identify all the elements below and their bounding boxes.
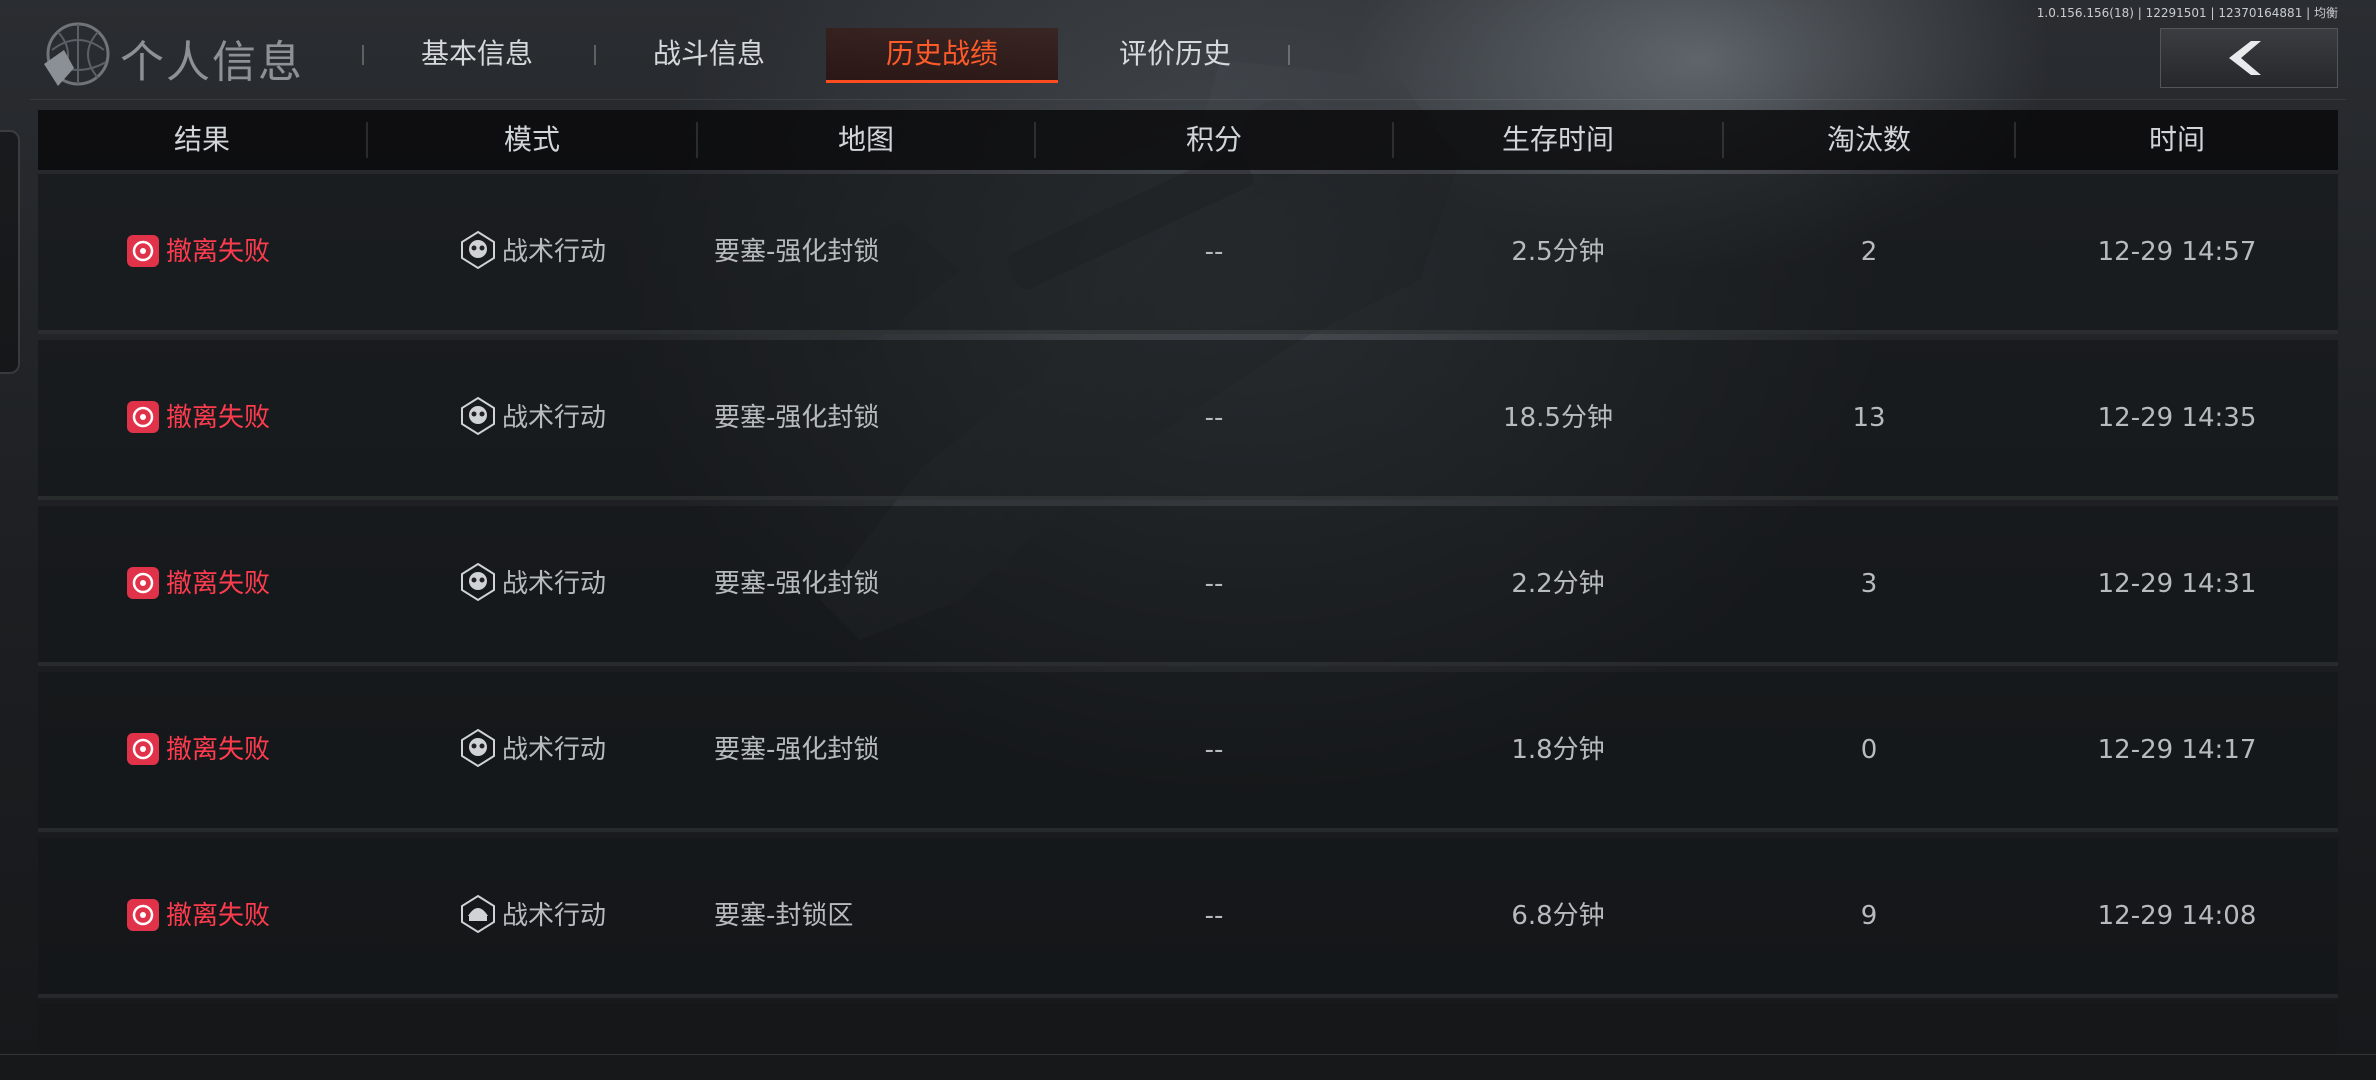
result-cell: 撤离失败 — [126, 838, 270, 994]
helmet-icon — [461, 894, 495, 933]
mode-cell: 战术行动 — [458, 838, 606, 994]
map-cell: 要塞-强化封锁 — [714, 237, 880, 267]
tab-separator — [362, 45, 364, 65]
result-text: 撤离失败 — [166, 237, 271, 267]
survival-time-cell: 2.2分钟 — [1511, 569, 1605, 599]
time-cell: 12-29 14:08 — [2097, 901, 2257, 931]
kills-cell: 3 — [1860, 569, 1878, 599]
column-header-time: 时间 — [2148, 123, 2205, 156]
score-cell: -- — [1204, 901, 1224, 931]
gasmask-icon — [461, 230, 495, 269]
table-row[interactable]: 撤离失败 战术行动 要塞-封锁区 -- 6.8分钟 9 12-29 14:08 — [38, 838, 2338, 998]
survival-time-cell: 18.5分钟 — [1503, 403, 1613, 433]
result-cell: 撤离失败 — [126, 506, 270, 662]
kills-cell: 0 — [1860, 735, 1878, 765]
target-icon — [127, 400, 159, 433]
time-cell: 12-29 14:57 — [2097, 237, 2257, 267]
target-icon — [127, 566, 159, 599]
result-cell: 撤离失败 — [126, 340, 270, 496]
column-header-result: 结果 — [173, 123, 230, 156]
result-text: 撤离失败 — [166, 735, 271, 765]
result-cell: 撤离失败 — [126, 174, 270, 330]
mode-cell: 战术行动 — [458, 340, 606, 496]
mode-text: 战术行动 — [502, 569, 607, 599]
tab-separator — [594, 45, 596, 65]
map-cell: 要塞-强化封锁 — [714, 403, 880, 433]
table-row[interactable]: 撤离失败 战术行动 要塞-强化封锁 -- 2.5分钟 2 12-29 14:57 — [38, 174, 2338, 334]
mode-text: 战术行动 — [502, 735, 607, 765]
table-header: 结果 模式 地图 积分 生存时间 淘汰数 时间 — [38, 110, 2338, 170]
tab-combat-info[interactable]: 战斗信息 — [624, 28, 794, 80]
map-cell: 要塞-强化封锁 — [714, 569, 880, 599]
table-row[interactable]: 撤离失败 战术行动 要塞-强化封锁 -- 1.8分钟 0 12-29 14:17 — [38, 672, 2338, 832]
result-text: 撤离失败 — [166, 569, 271, 599]
top-bar: 个人信息 基本信息 战斗信息 历史战绩 评价历史 1.0.156.156(18)… — [0, 0, 2376, 100]
tab-basic-info[interactable]: 基本信息 — [392, 28, 562, 80]
column-header-mode: 模式 — [503, 123, 560, 156]
survival-time-cell: 2.5分钟 — [1511, 237, 1605, 267]
result-text: 撤离失败 — [166, 901, 271, 931]
target-icon — [127, 732, 159, 765]
tab-separator — [1288, 45, 1290, 65]
bottom-divider — [0, 1054, 2376, 1055]
version-info: 1.0.156.156(18) | 12291501 | 12370164881… — [2036, 6, 2338, 20]
gasmask-icon — [461, 728, 495, 767]
tab-match-history[interactable]: 历史战绩 — [826, 28, 1058, 83]
mode-cell: 战术行动 — [458, 506, 606, 662]
score-cell: -- — [1204, 403, 1224, 433]
table-row[interactable]: 撤离失败 战术行动 要塞-强化封锁 -- 18.5分钟 13 12-29 14:… — [38, 340, 2338, 500]
mode-cell: 战术行动 — [458, 672, 606, 828]
map-cell: 要塞-强化封锁 — [714, 735, 880, 765]
time-cell: 12-29 14:17 — [2097, 735, 2257, 765]
gasmask-icon — [461, 562, 495, 601]
mode-text: 战术行动 — [502, 901, 607, 931]
gasmask-icon — [461, 396, 495, 435]
page-title: 个人信息 — [120, 37, 304, 88]
result-cell: 撤离失败 — [126, 672, 270, 828]
kills-cell: 13 — [1852, 403, 1886, 433]
side-drawer-handle[interactable] — [0, 130, 20, 374]
tab-rating-history[interactable]: 评价历史 — [1090, 28, 1260, 80]
column-header-survival-time: 生存时间 — [1501, 123, 1614, 156]
kills-cell: 9 — [1860, 901, 1878, 931]
score-cell: -- — [1204, 569, 1224, 599]
back-button[interactable] — [2160, 28, 2338, 88]
column-header-kills: 淘汰数 — [1826, 123, 1911, 156]
mode-text: 战术行动 — [502, 403, 607, 433]
score-cell: -- — [1204, 237, 1224, 267]
globe-helmet-logo-icon — [44, 22, 110, 86]
mode-text: 战术行动 — [502, 237, 607, 267]
time-cell: 12-29 14:31 — [2097, 569, 2257, 599]
score-cell: -- — [1204, 735, 1224, 765]
chevron-left-icon — [2229, 41, 2261, 75]
column-header-score: 积分 — [1185, 123, 1242, 156]
map-cell: 要塞-封锁区 — [714, 901, 854, 931]
target-icon — [127, 234, 159, 267]
mode-cell: 战术行动 — [458, 174, 606, 330]
column-header-map: 地图 — [837, 123, 894, 156]
time-cell: 12-29 14:35 — [2097, 403, 2257, 433]
survival-time-cell: 6.8分钟 — [1511, 901, 1605, 931]
partial-next-row — [38, 1004, 2338, 1054]
survival-time-cell: 1.8分钟 — [1511, 735, 1605, 765]
table-row[interactable]: 撤离失败 战术行动 要塞-强化封锁 -- 2.2分钟 3 12-29 14:31 — [38, 506, 2338, 666]
target-icon — [127, 898, 159, 931]
result-text: 撤离失败 — [166, 403, 271, 433]
kills-cell: 2 — [1860, 237, 1878, 267]
